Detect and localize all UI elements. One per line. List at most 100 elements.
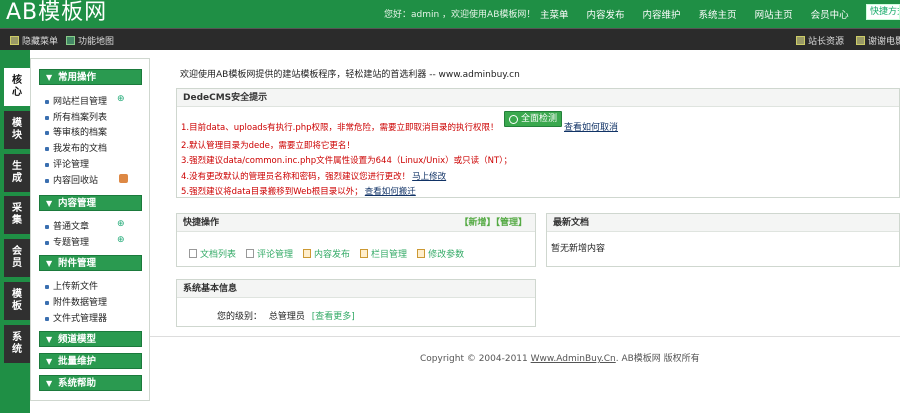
security-line-1: 1.目前data、uploads有执行.php权限，非常危险，需要立即取消目录的…: [181, 121, 499, 133]
left-tab-bar: 核心 模块 生成 采集 会员 模板 系统: [0, 50, 30, 413]
menu-group-label: 内容管理: [58, 198, 97, 209]
chevron-down-icon: ▼: [46, 357, 53, 366]
menu-item-topics[interactable]: 专题管理: [45, 235, 89, 248]
add-icon[interactable]: ⊕: [117, 235, 125, 245]
thanks-link[interactable]: 谢谢电影: [856, 34, 900, 47]
bullet-icon: [45, 284, 49, 289]
chevron-down-icon: ▼: [46, 259, 53, 268]
add-icon[interactable]: ⊕: [117, 94, 125, 104]
menu-group-attachments[interactable]: ▼ 附件管理: [39, 255, 142, 271]
footer-copyright: Copyright © 2004-2011 Www.AdminBuy.Cn. A…: [420, 351, 700, 364]
footer-site-link[interactable]: Www.AdminBuy.Cn: [531, 354, 616, 364]
system-info-title: 系统基本信息: [177, 280, 535, 298]
main-content: 欢迎使用AB模板网提供的建站模板程序，轻松建站的首选利器 -- www.admi…: [150, 50, 900, 413]
webmaster-resources-link[interactable]: 站长资源: [796, 34, 844, 47]
bullet-icon: [45, 146, 49, 151]
security-line-text: 1.目前data、uploads有执行.php权限，非常危险，需要立即取消目录的…: [181, 123, 499, 133]
tab-template-label: 模板: [12, 289, 22, 312]
menu-item-pending-archives[interactable]: 等审核的档案: [45, 125, 107, 138]
security-line-5: 5.强烈建议将data目录搬移到Web根目录以外； 查看如何搬迁: [181, 185, 416, 197]
quick-link-settings[interactable]: 修改参数: [417, 247, 464, 260]
menu-item-label: 等审核的档案: [53, 128, 108, 138]
menu-item-category-manage[interactable]: 网站栏目管理: [45, 94, 107, 107]
nav-member-center[interactable]: 会员中心: [811, 7, 849, 21]
tab-member[interactable]: 会员: [4, 239, 30, 277]
add-icon[interactable]: ⊕: [117, 219, 125, 229]
menu-item-label: 文件式管理器: [53, 314, 108, 324]
shortcut-button[interactable]: 快捷方式: [866, 4, 900, 20]
menu-group-batch-maintain[interactable]: ▼ 批量维护: [39, 353, 142, 369]
bullet-icon: [45, 300, 49, 305]
menu-icon: [10, 36, 19, 45]
quick-link-label: 文档列表: [200, 250, 237, 260]
top-header: AB模板网 您好：admin ，欢迎使用AB模板网！ 主菜单 内容发布 内容维护…: [0, 0, 900, 28]
view-more-link[interactable]: [查看更多]: [312, 312, 355, 322]
hide-menu-button[interactable]: 隐藏菜单: [10, 34, 58, 47]
move-data-link[interactable]: 查看如何搬迁: [365, 187, 416, 197]
chevron-down-icon: ▼: [46, 379, 53, 388]
top-nav: 主菜单 内容发布 内容维护 系统主页 网站主页 会员中心 注销: [540, 0, 900, 28]
bullet-icon: [45, 224, 49, 229]
bullet-icon: [45, 178, 49, 183]
quick-link-label: 内容发布: [314, 250, 351, 260]
menu-group-label: 常用操作: [58, 72, 97, 83]
nav-content-maintain[interactable]: 内容维护: [643, 7, 681, 21]
left-menu-panel: ▼ 常用操作 网站栏目管理 ⊕ 所有档案列表 等审核的档案 我发布的文档 评论管理…: [30, 58, 150, 401]
bullet-icon: [45, 240, 49, 245]
menu-group-content[interactable]: ▼ 内容管理: [39, 195, 142, 211]
change-password-link[interactable]: 马上修改: [412, 172, 446, 182]
feature-map-button[interactable]: 功能地图: [66, 34, 114, 47]
nav-site-home[interactable]: 网站主页: [755, 7, 793, 21]
menu-item-label: 内容回收站: [53, 176, 99, 186]
menu-group-common[interactable]: ▼ 常用操作: [39, 69, 142, 85]
tab-collect[interactable]: 采集: [4, 196, 30, 234]
menu-item-comments[interactable]: 评论管理: [45, 157, 89, 170]
tab-collect-label: 采集: [12, 203, 22, 226]
quick-link-comments[interactable]: 评论管理: [246, 247, 293, 260]
menu-group-system-help[interactable]: ▼ 系统帮助: [39, 375, 142, 391]
menu-group-channel-models[interactable]: ▼ 频道模型: [39, 331, 142, 347]
nav-main-menu[interactable]: 主菜单: [540, 7, 569, 21]
latest-docs-box: 最新文档 暂无新增内容: [546, 213, 900, 267]
nav-system-home[interactable]: 系统主页: [699, 7, 737, 21]
toolbar: 隐藏菜单 功能地图 站长资源 谢谢电影: [0, 28, 900, 50]
tab-generate[interactable]: 生成: [4, 154, 30, 192]
site-logo[interactable]: AB模板网: [6, 1, 107, 25]
security-line-text: 3.强烈建议data/common.inc.php文件属性设置为644（Linu…: [181, 156, 512, 166]
shield-icon[interactable]: [119, 174, 128, 183]
security-line-2: 2.默认管理目录为dede，需要立即将它更名！: [181, 139, 355, 151]
thanks-label: 谢谢电影: [868, 37, 900, 47]
tab-member-label: 会员: [12, 246, 22, 269]
tab-core[interactable]: 核心: [4, 68, 30, 106]
bullet-icon: [45, 316, 49, 321]
menu-item-label: 网站栏目管理: [53, 97, 108, 107]
quick-link-doc-list[interactable]: 文档列表: [189, 247, 236, 260]
quick-link-label: 栏目管理: [371, 250, 408, 260]
menu-item-file-manager[interactable]: 文件式管理器: [45, 311, 107, 324]
quick-link-categories[interactable]: 栏目管理: [360, 247, 407, 260]
full-check-button[interactable]: 全面检测: [504, 111, 562, 127]
how-to-cancel-link[interactable]: 查看如何取消: [564, 120, 618, 133]
menu-item-my-docs[interactable]: 我发布的文档: [45, 141, 107, 154]
edit-icon: [303, 249, 312, 258]
menu-item-recycle-bin[interactable]: 内容回收站: [45, 173, 98, 186]
intro-text: 欢迎使用AB模板网提供的建站模板程序，轻松建站的首选利器 -- www.admi…: [180, 70, 520, 80]
tab-module[interactable]: 模块: [4, 111, 30, 149]
tab-template[interactable]: 模板: [4, 282, 30, 320]
quick-link-publish[interactable]: 内容发布: [303, 247, 350, 260]
menu-item-attachment-data[interactable]: 附件数据管理: [45, 295, 107, 308]
security-line-text: 2.默认管理目录为dede，需要立即将它更名！: [181, 141, 355, 151]
menu-group-label: 系统帮助: [58, 378, 97, 389]
menu-item-upload-file[interactable]: 上传新文件: [45, 279, 98, 292]
copyright-prefix: Copyright © 2004-2011: [420, 354, 528, 364]
level-value: 总管理员: [268, 312, 305, 322]
tab-system[interactable]: 系统: [4, 325, 30, 363]
quick-ops-box: 快捷操作 【新增】【管理】 文档列表 评论管理 内容发布 栏目管理 修改参数: [176, 213, 536, 267]
tab-system-label: 系统: [12, 332, 22, 355]
add-manage-links[interactable]: 【新增】【管理】: [459, 214, 527, 232]
system-info-box: 系统基本信息 您的级别： 总管理员 [查看更多]: [176, 279, 536, 327]
menu-item-all-archives[interactable]: 所有档案列表: [45, 110, 107, 123]
document-icon: [189, 249, 197, 258]
nav-content-publish[interactable]: 内容发布: [587, 7, 625, 21]
menu-item-articles[interactable]: 普通文章: [45, 219, 89, 232]
